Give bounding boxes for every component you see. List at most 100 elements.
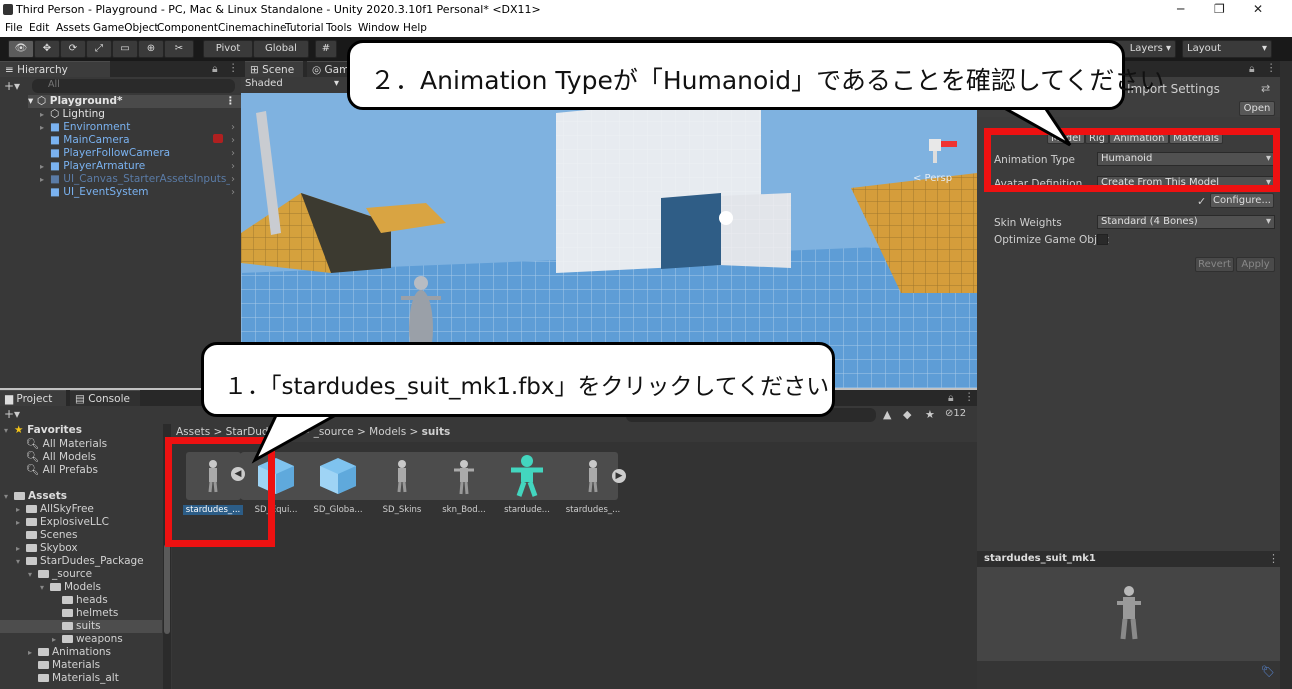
menu-window[interactable]: Window bbox=[358, 22, 399, 34]
scene-tab[interactable]: ⊞ Scene bbox=[245, 61, 303, 77]
revert-button[interactable]: Revert bbox=[1195, 257, 1234, 272]
global-toggle[interactable]: Global bbox=[253, 40, 309, 58]
scene-view[interactable]: ⊞ Scene ◎ Gam Shaded ▾ < Persp bbox=[241, 61, 977, 388]
folder-models[interactable]: ▾ Models bbox=[40, 581, 101, 594]
folder-allskyfree[interactable]: ▸ AllSkyFree bbox=[16, 503, 94, 516]
minimize-button[interactable]: ─ bbox=[1177, 2, 1184, 16]
panel-menu-icon[interactable]: ⋮ bbox=[228, 62, 239, 74]
lock-icon[interactable]: 🔒︎ bbox=[212, 63, 218, 76]
lock-icon[interactable]: 🔒︎ bbox=[948, 392, 954, 405]
folder-helmets[interactable]: helmets bbox=[52, 607, 118, 620]
menu-tools[interactable]: Tools bbox=[326, 22, 352, 34]
assets-header[interactable]: ▾ Assets bbox=[4, 490, 67, 503]
breadcrumb-suits[interactable]: suits bbox=[422, 426, 451, 438]
project-tab[interactable]: ▆ Project bbox=[0, 390, 66, 406]
asset-label: skn_Bod... bbox=[442, 505, 486, 515]
folder-animations[interactable]: ▸ Animations bbox=[28, 646, 111, 659]
folder-skybox[interactable]: ▸ Skybox bbox=[16, 542, 78, 555]
folder-label: heads bbox=[76, 594, 108, 606]
preview-menu-icon[interactable]: ⋮ bbox=[1268, 552, 1279, 565]
add-icon[interactable]: +▾ bbox=[4, 79, 20, 93]
hierarchy-item-ui-eventsystem[interactable]: ■ UI_EventSystem bbox=[40, 186, 149, 199]
open-button[interactable]: Open bbox=[1239, 101, 1275, 116]
hierarchy-item-ui-canvas[interactable]: ▸ ■ UI_Canvas_StarterAssetsInputs_Jo bbox=[40, 173, 230, 186]
move-tool-icon[interactable]: ✥ bbox=[34, 40, 60, 58]
favorite-all-models[interactable]: 🔍︎ All Models bbox=[26, 450, 96, 463]
folder-label: Models bbox=[64, 581, 101, 593]
view-tool-icon[interactable]: 👁 bbox=[8, 40, 34, 58]
maximize-button[interactable]: ❐ bbox=[1214, 2, 1225, 16]
asset-sd-skins[interactable]: SD_Skins bbox=[372, 452, 432, 515]
menu-edit[interactable]: Edit bbox=[29, 22, 49, 34]
hierarchy-search-input[interactable]: All bbox=[32, 79, 235, 93]
settings-icon[interactable]: ⇄ bbox=[1261, 82, 1270, 95]
folder-label: weapons bbox=[76, 633, 123, 645]
menu-component[interactable]: Component bbox=[157, 22, 218, 34]
folder-materials-alt[interactable]: Materials_alt bbox=[28, 672, 119, 685]
favorite-all-materials[interactable]: 🔍︎ All Materials bbox=[26, 437, 107, 450]
custom-tool-icon[interactable]: ✂ bbox=[164, 40, 194, 58]
asset-stardude-avatar[interactable]: stardude... bbox=[497, 452, 557, 515]
menu-gameobject[interactable]: GameObject bbox=[93, 22, 158, 34]
folder-source[interactable]: ▾ _source bbox=[28, 568, 92, 581]
orientation-gizmo[interactable] bbox=[909, 133, 959, 175]
asset-label-icon[interactable]: 🏷︎ bbox=[1261, 665, 1275, 678]
folder-label: Materials bbox=[52, 659, 101, 671]
optimize-checkbox[interactable] bbox=[1097, 234, 1108, 245]
folder-suits[interactable]: suits bbox=[0, 620, 162, 633]
console-tab[interactable]: ▤ Console bbox=[70, 390, 140, 406]
shading-dropdown[interactable]: Shaded ▾ bbox=[245, 78, 341, 92]
panel-menu-icon[interactable]: ⋮ bbox=[1266, 62, 1277, 74]
hierarchy-tab[interactable]: ≡ Hierarchy bbox=[0, 61, 110, 77]
folder-heads[interactable]: heads bbox=[52, 594, 108, 607]
transform-tool-icon[interactable]: ⊕ bbox=[138, 40, 164, 58]
hidden-count-value: 12 bbox=[953, 408, 967, 419]
layout-dropdown[interactable]: Layout ▾ bbox=[1182, 40, 1272, 58]
hierarchy-item-playerarmature[interactable]: ▸ ■ PlayerArmature bbox=[40, 160, 145, 173]
filter-label-icon[interactable]: ◆ bbox=[903, 408, 911, 421]
menu-cinemachine[interactable]: Cinemachine bbox=[218, 22, 287, 34]
favorite-all-prefabs[interactable]: 🔍︎ All Prefabs bbox=[26, 463, 98, 476]
folder-stardudes-package[interactable]: ▾ StarDudes_Package bbox=[16, 555, 144, 568]
hierarchy-item-maincamera[interactable]: ■ MainCamera bbox=[40, 134, 130, 147]
filter-type-icon[interactable]: ▲ bbox=[883, 408, 891, 421]
hierarchy-item-lighting[interactable]: ▸ ⬡ Lighting bbox=[40, 108, 105, 121]
menu-help[interactable]: Help bbox=[403, 22, 427, 34]
rotate-tool-icon[interactable]: ⟳ bbox=[60, 40, 86, 58]
skin-weights-dropdown[interactable]: Standard (4 Bones) bbox=[1097, 215, 1275, 229]
rect-tool-icon[interactable]: ▭ bbox=[112, 40, 138, 58]
apply-button[interactable]: Apply bbox=[1236, 257, 1275, 272]
pivot-toggle[interactable]: Pivot bbox=[203, 40, 253, 58]
scale-tool-icon[interactable]: ⤢ bbox=[86, 40, 112, 58]
create-icon[interactable]: +▾ bbox=[4, 407, 20, 421]
asset-skn-bod[interactable]: skn_Bod... bbox=[434, 452, 494, 515]
grid-snap-icon[interactable]: # bbox=[315, 40, 337, 58]
panel-menu-icon[interactable]: ⋮ bbox=[964, 391, 975, 403]
favorites-header[interactable]: ▾ ★ Favorites bbox=[4, 424, 82, 437]
scene-root-row[interactable]: ▾ ⬡ Playground* ⋮ bbox=[28, 95, 241, 108]
hidden-count[interactable]: ⊘12 bbox=[945, 408, 966, 419]
hierarchy-item-playerfollowcamera[interactable]: ■ PlayerFollowCamera bbox=[40, 147, 170, 160]
menu-file[interactable]: File bbox=[5, 22, 23, 34]
persp-label[interactable]: < Persp bbox=[913, 173, 952, 184]
menu-assets[interactable]: Assets bbox=[56, 22, 90, 34]
breadcrumb-models[interactable]: Models bbox=[369, 426, 406, 438]
folder-explosivellc[interactable]: ▸ ExplosiveLLC bbox=[16, 516, 109, 529]
callout-step-1: １．「stardudes_suit_mk1.fbx」をクリックしてください bbox=[201, 342, 835, 417]
configure-button[interactable]: Configure... bbox=[1210, 193, 1274, 208]
inspector-scrollbar[interactable] bbox=[1280, 61, 1292, 689]
folder-scenes[interactable]: Scenes bbox=[16, 529, 77, 542]
folder-label: StarDudes_Package bbox=[40, 555, 144, 567]
close-button[interactable]: ✕ bbox=[1253, 2, 1263, 16]
menu-tutorial[interactable]: Tutorial bbox=[285, 22, 324, 34]
asset-label: SD_Skins bbox=[382, 505, 422, 515]
callout-step-2: ２．Animation Typeが「Humanoid」であることを確認してくださ… bbox=[347, 40, 1164, 110]
favorite-star-icon[interactable]: ★ bbox=[925, 408, 935, 421]
lock-icon[interactable]: 🔒︎ bbox=[1249, 63, 1255, 76]
folder-label: Materials_alt bbox=[52, 672, 119, 684]
hierarchy-item-environment[interactable]: ▸ ■ Environment bbox=[40, 121, 130, 134]
folder-weapons[interactable]: ▸ weapons bbox=[52, 633, 123, 646]
folder-materials[interactable]: Materials bbox=[28, 659, 100, 672]
expand-arrow-icon[interactable]: ▶ bbox=[612, 469, 626, 483]
model-preview[interactable] bbox=[977, 567, 1280, 661]
